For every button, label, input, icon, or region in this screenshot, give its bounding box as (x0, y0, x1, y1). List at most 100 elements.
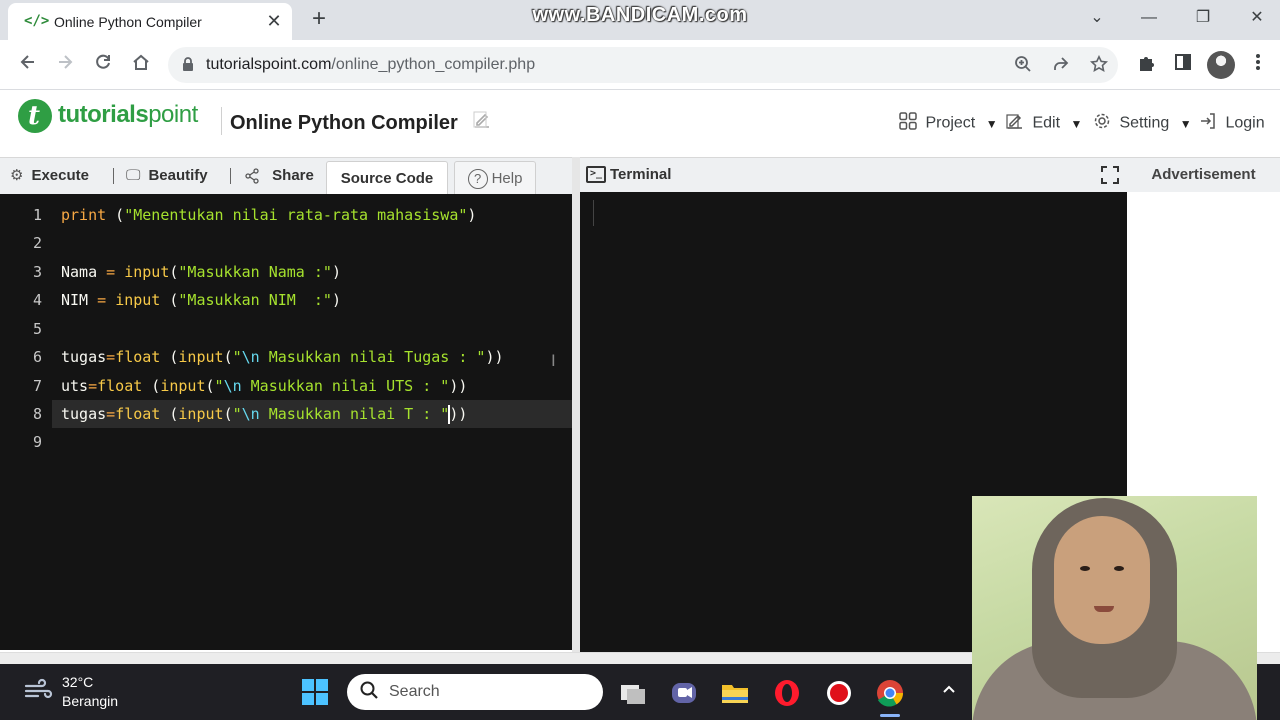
tab-close-icon[interactable]: ✕ (264, 10, 284, 32)
window-restore-button[interactable]: ❐ (1188, 6, 1218, 30)
code-line-7[interactable]: uts=float (input("\n Masukkan nilai UTS … (61, 372, 467, 400)
code-token-escape: \n (241, 405, 260, 423)
windows-start-icon[interactable] (302, 679, 330, 707)
line-number: 4 (32, 291, 42, 309)
code-token-quote: " (214, 377, 224, 395)
side-panel-icon[interactable] (1171, 53, 1195, 77)
login-arrow-icon (1199, 112, 1221, 135)
code-token-escape: \n (241, 348, 260, 366)
back-arrow-icon[interactable] (15, 52, 41, 78)
code-token-punct: )) (449, 405, 468, 423)
code-token-function: float (97, 377, 143, 395)
browser-tab-active[interactable]: </> Online Python Compiler ✕ (8, 3, 292, 40)
code-line-4[interactable]: NIM = input ("Masukkan NIM :") (61, 286, 341, 314)
bandicam-record-icon[interactable] (824, 678, 854, 708)
url-text[interactable]: tutorialspoint.com/online_python_compile… (206, 56, 535, 74)
edit-menu-label: Edit (1032, 114, 1061, 132)
code-line-3[interactable]: Nama = input("Masukkan Nama :") (61, 258, 341, 286)
address-bar[interactable]: tutorialspoint.com/online_python_compile… (168, 47, 1118, 83)
code-token-punct: ( (160, 291, 179, 309)
execute-button[interactable]: ⚙ Execute (10, 158, 89, 194)
tab-title: Online Python Compiler (54, 14, 202, 30)
monitor-icon: 🖵 (126, 167, 141, 184)
code-token-function: float (115, 405, 161, 423)
weather-description[interactable]: Berangin (62, 693, 118, 709)
edit-menu[interactable]: Edit ▼ (1006, 112, 1082, 136)
code-token-function: input (160, 377, 206, 395)
code-token-var: tugas (61, 405, 107, 423)
project-menu[interactable]: Project ▼ (899, 112, 998, 136)
code-token-op: = (106, 263, 125, 281)
new-tab-button[interactable]: + (306, 6, 332, 32)
execute-label: Execute (31, 167, 89, 184)
window-close-button[interactable]: ✕ (1242, 6, 1272, 30)
project-menu-label: Project (925, 114, 976, 132)
code-token-punct: ( (142, 377, 161, 395)
code-token-quote: " (232, 405, 242, 423)
line-number: 2 (32, 234, 42, 252)
code-token-var: Nama (61, 263, 107, 281)
setting-menu[interactable]: Setting ▼ (1093, 112, 1192, 136)
code-token-var: uts (61, 377, 89, 395)
system-tray-chevron-up-icon[interactable] (938, 679, 960, 703)
site-header: t tutorialspoint Online Python Compiler … (0, 91, 1280, 157)
toolbar-separator (113, 168, 114, 184)
person-eye (1080, 566, 1090, 571)
kebab-menu-icon[interactable] (1246, 53, 1270, 77)
wind-weather-icon[interactable] (24, 678, 54, 706)
help-label: Help (491, 170, 523, 187)
opera-browser-icon[interactable] (772, 678, 802, 708)
advertisement-label: Advertisement (1127, 157, 1280, 192)
caret-down-icon: ▼ (985, 116, 998, 131)
share-icon[interactable] (1050, 55, 1072, 77)
pane-splitter[interactable] (572, 157, 580, 652)
taskbar-search-box[interactable]: Search (347, 674, 603, 710)
code-line-6[interactable]: tugas=float (input("\n Masukkan nilai Tu… (61, 343, 504, 371)
file-explorer-icon[interactable] (720, 678, 750, 708)
tab-search-chevron-icon[interactable]: ⌄ (1082, 6, 1112, 30)
code-line-1[interactable]: print ("Menentukan nilai rata-rata mahas… (61, 201, 476, 229)
home-icon[interactable] (128, 52, 154, 78)
profile-avatar[interactable] (1207, 51, 1235, 79)
code-token-punct: ( (160, 348, 179, 366)
page-title: Online Python Compiler (230, 112, 458, 134)
share-button[interactable]: Share (244, 158, 314, 194)
code-token-punct: ( (160, 405, 179, 423)
code-token-punct: ( (106, 206, 125, 224)
code-token-string: "Masukkan NIM :" (178, 291, 332, 309)
weather-temperature[interactable]: 32°C (62, 674, 93, 690)
fullscreen-expand-icon[interactable] (1100, 165, 1120, 185)
share-label: Share (272, 167, 314, 184)
tab-source-code[interactable]: Source Code (326, 161, 448, 195)
line-number-gutter: 1 2 3 4 5 6 7 8 9 (0, 194, 52, 650)
person-eye (1114, 566, 1124, 571)
beautify-button[interactable]: 🖵 Beautify (126, 158, 208, 194)
puzzle-extensions-icon[interactable] (1134, 53, 1158, 77)
grid-icon (899, 112, 921, 135)
zoom-icon[interactable] (1012, 55, 1034, 77)
code-line-8[interactable]: tugas=float (input("\n Masukkan nilai T … (61, 400, 467, 428)
terminal-header: >_ Terminal (580, 157, 1127, 192)
code-editor[interactable]: 1 2 3 4 5 6 7 8 9 print ("Menentukan nil… (0, 194, 572, 650)
teams-chat-icon[interactable] (669, 678, 699, 708)
reload-icon[interactable] (90, 52, 116, 78)
chrome-browser-icon[interactable] (875, 678, 905, 708)
bookmark-star-icon[interactable] (1088, 54, 1110, 77)
code-token-punct: ) (331, 291, 341, 309)
tutorialspoint-logo-icon[interactable]: t (18, 99, 52, 133)
edit-title-pencil-icon[interactable] (472, 110, 494, 132)
gears-icon: ⚙ (10, 167, 24, 184)
code-token-punct: ( (223, 405, 233, 423)
setting-menu-label: Setting (1119, 114, 1170, 132)
lock-icon[interactable] (182, 56, 194, 72)
logo-text-bold: tutorials (58, 101, 149, 128)
logo-mark-letter: t (28, 101, 41, 131)
terminal-caret (593, 200, 594, 226)
tab-help[interactable]: ? Help (454, 161, 536, 195)
login-link[interactable]: Login (1199, 112, 1265, 136)
task-view-icon[interactable] (618, 678, 648, 708)
code-token-function: input (115, 291, 161, 309)
window-minimize-button[interactable]: — (1134, 6, 1164, 30)
site-logo-text[interactable]: tutorialspoint (58, 101, 198, 129)
forward-arrow-icon[interactable] (52, 52, 78, 78)
